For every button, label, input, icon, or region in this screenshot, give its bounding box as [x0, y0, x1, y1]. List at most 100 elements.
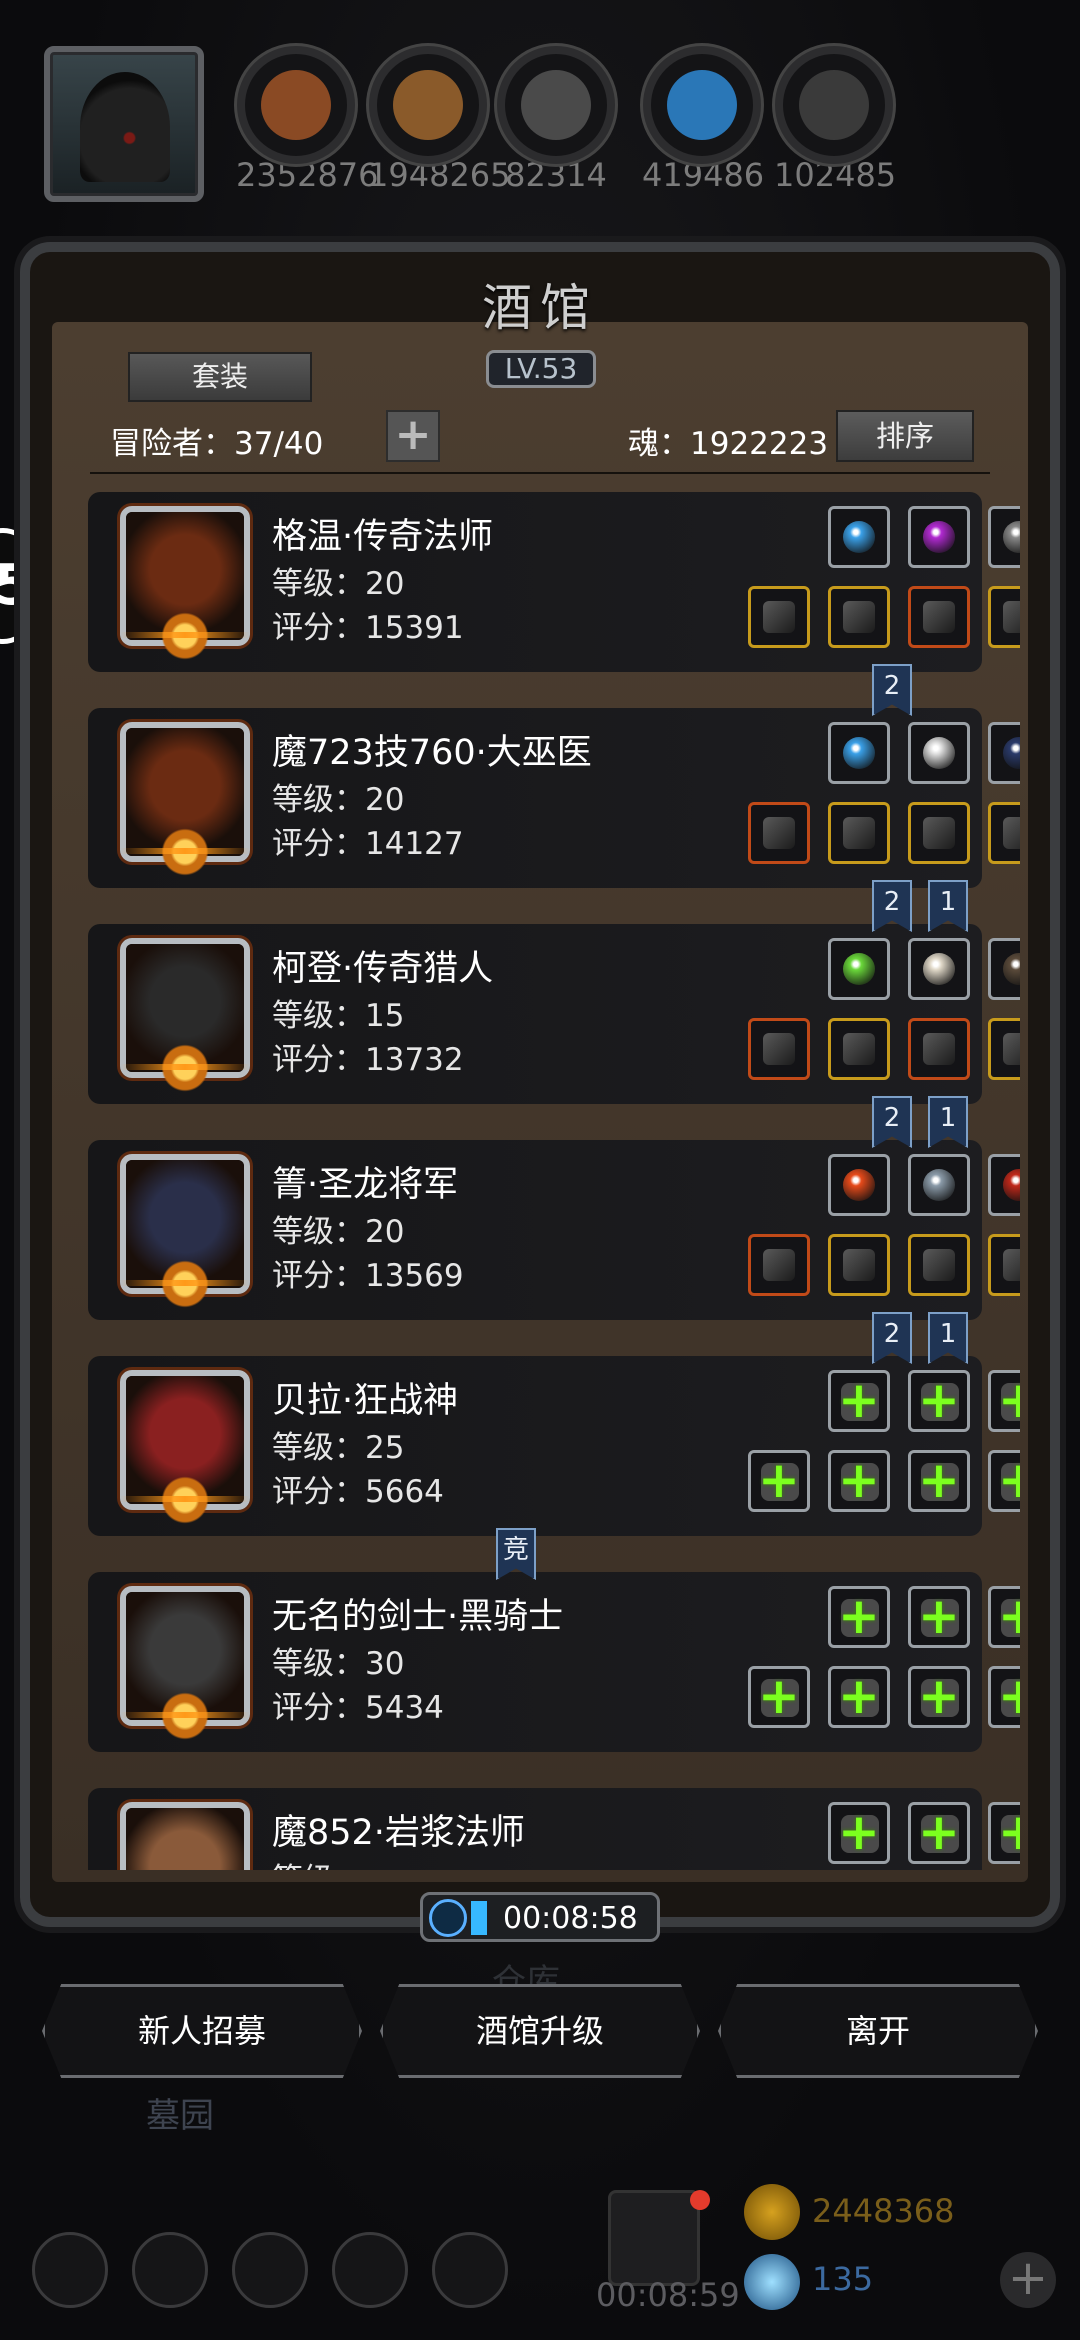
rank-emblem-icon	[120, 1260, 250, 1308]
equipment-slot[interactable]	[748, 1234, 810, 1296]
empty-equipment-slot[interactable]	[828, 1666, 890, 1728]
mail-icon[interactable]	[332, 2232, 408, 2308]
rank-emblem-icon	[120, 828, 250, 876]
gem-slot[interactable]	[908, 506, 970, 568]
gem-slot[interactable]	[988, 938, 1020, 1000]
hero-card[interactable]: 箐·圣龙将军 等级：20 评分：13569	[88, 1140, 1020, 1320]
hero-portrait[interactable]	[120, 1802, 250, 1870]
timer-progress	[471, 1901, 487, 1935]
add-slot-button[interactable]: +	[386, 410, 440, 462]
settings-icon[interactable]	[32, 2232, 108, 2308]
hero-name: 箐·圣龙将军	[272, 1165, 459, 1205]
equipment-slot[interactable]	[908, 802, 970, 864]
empty-equipment-slot[interactable]	[908, 1450, 970, 1512]
gem-icon	[744, 2254, 800, 2310]
empty-equipment-slot[interactable]	[908, 1666, 970, 1728]
empty-gem-slot[interactable]	[908, 1370, 970, 1432]
hero-level: 等级：	[272, 1854, 365, 1870]
gem-icon	[1003, 1169, 1020, 1201]
equipment-icon	[1003, 1033, 1020, 1065]
hero-level: 等级：20	[272, 566, 405, 602]
wood-icon	[369, 46, 487, 164]
leave-button[interactable]: 离开	[718, 1984, 1038, 2078]
equipment-slot[interactable]	[908, 1018, 970, 1080]
empty-equipment-slot[interactable]	[748, 1666, 810, 1728]
sort-button[interactable]: 排序	[836, 410, 974, 462]
empty-equipment-slot[interactable]	[828, 1450, 890, 1512]
equipment-slot[interactable]	[988, 1018, 1020, 1080]
resource-3[interactable]: 419486	[642, 46, 764, 194]
equipment-icon	[923, 1033, 955, 1065]
empty-gem-slot[interactable]	[988, 1370, 1020, 1432]
equipment-slot[interactable]	[828, 802, 890, 864]
gem-icon	[843, 1169, 875, 1201]
empty-gem-slot[interactable]	[988, 1802, 1020, 1864]
gem-slot[interactable]	[988, 1154, 1020, 1216]
gem-slot[interactable]	[828, 1154, 890, 1216]
gem-slot[interactable]	[908, 722, 970, 784]
empty-equipment-slot[interactable]	[748, 1450, 810, 1512]
gem-icon	[843, 737, 875, 769]
gem-slot[interactable]	[988, 506, 1020, 568]
resource-2[interactable]: 82314	[496, 46, 616, 194]
gem-slot[interactable]	[828, 938, 890, 1000]
gem-slot[interactable]	[828, 506, 890, 568]
hero-icon[interactable]	[132, 2232, 208, 2308]
equipment-slot[interactable]	[828, 1018, 890, 1080]
empty-gem-slot[interactable]	[908, 1802, 970, 1864]
equipment-slot[interactable]	[908, 586, 970, 648]
suit-button[interactable]: 套装	[128, 352, 312, 402]
equipment-slot[interactable]	[828, 1234, 890, 1296]
empty-equipment-slot[interactable]	[988, 1666, 1020, 1728]
empty-gem-slot[interactable]	[828, 1802, 890, 1864]
add-currency-button[interactable]: +	[1000, 2252, 1056, 2308]
empty-gem-slot[interactable]	[828, 1370, 890, 1432]
equipment-slot[interactable]	[988, 802, 1020, 864]
hero-name: 格温·传奇法师	[272, 517, 494, 557]
gem-icon	[923, 521, 955, 553]
hero-card[interactable]: 柯登·传奇猎人 等级：15 评分：13732	[88, 924, 1020, 1104]
castle-icon[interactable]	[232, 2232, 308, 2308]
gift-icon[interactable]	[608, 2190, 700, 2286]
bag-icon[interactable]	[432, 2232, 508, 2308]
hero-name: 魔723技760·大巫医	[272, 733, 592, 773]
hero-card[interactable]: 贝拉·狂战神 等级：25 评分：5664	[88, 1356, 1020, 1536]
equipment-icon	[1003, 817, 1020, 849]
player-avatar[interactable]	[44, 46, 204, 202]
equipment-slot[interactable]	[988, 586, 1020, 648]
resource-4[interactable]: 102485	[774, 46, 896, 194]
empty-equipment-slot[interactable]	[988, 1450, 1020, 1512]
hero-card[interactable]: 魔723技760·大巫医 等级：20 评分：14127	[88, 708, 1020, 888]
equipment-slot[interactable]	[828, 586, 890, 648]
resource-1[interactable]: 1948265	[368, 46, 511, 194]
equipment-icon	[843, 601, 875, 633]
recruit-button[interactable]: 新人招募	[42, 1984, 362, 2078]
gem-icon	[843, 521, 875, 553]
hero-card[interactable]: 无名的剑士·黑骑士 等级：30 评分：5434	[88, 1572, 1020, 1752]
empty-gem-slot[interactable]	[988, 1586, 1020, 1648]
equipment-slot[interactable]	[748, 802, 810, 864]
gem-slot[interactable]	[908, 938, 970, 1000]
hero-list[interactable]: 格温·传奇法师 等级：20 评分：15391 魔723技760·大巫医 等级：20 评分：…	[60, 478, 1020, 1870]
empty-gem-slot[interactable]	[908, 1586, 970, 1648]
equipment-icon	[763, 817, 795, 849]
equipment-slot[interactable]	[988, 1234, 1020, 1296]
gem-slot[interactable]	[828, 722, 890, 784]
equipment-icon	[1003, 1249, 1020, 1281]
equipment-icon	[923, 1249, 955, 1281]
hero-level: 等级：20	[272, 782, 405, 818]
hero-score: 评分：13569	[272, 1258, 464, 1294]
empty-gem-slot[interactable]	[828, 1586, 890, 1648]
gem-slot[interactable]	[908, 1154, 970, 1216]
equipment-slot[interactable]	[908, 1234, 970, 1296]
gem-slot[interactable]	[988, 722, 1020, 784]
cemetery-label: 墓园	[146, 2096, 214, 2136]
upgrade-tavern-button[interactable]: 酒馆升级	[380, 1984, 700, 2078]
hero-card[interactable]: 魔852·岩浆法师等级：	[88, 1788, 1020, 1870]
equipment-slot[interactable]	[748, 586, 810, 648]
hero-card[interactable]: 格温·传奇法师 等级：20 评分：15391	[88, 492, 1020, 672]
resource-0[interactable]: 2352876	[236, 46, 379, 194]
equipment-slot[interactable]	[748, 1018, 810, 1080]
rank-emblem-icon	[120, 1476, 250, 1524]
equipment-icon	[923, 601, 955, 633]
